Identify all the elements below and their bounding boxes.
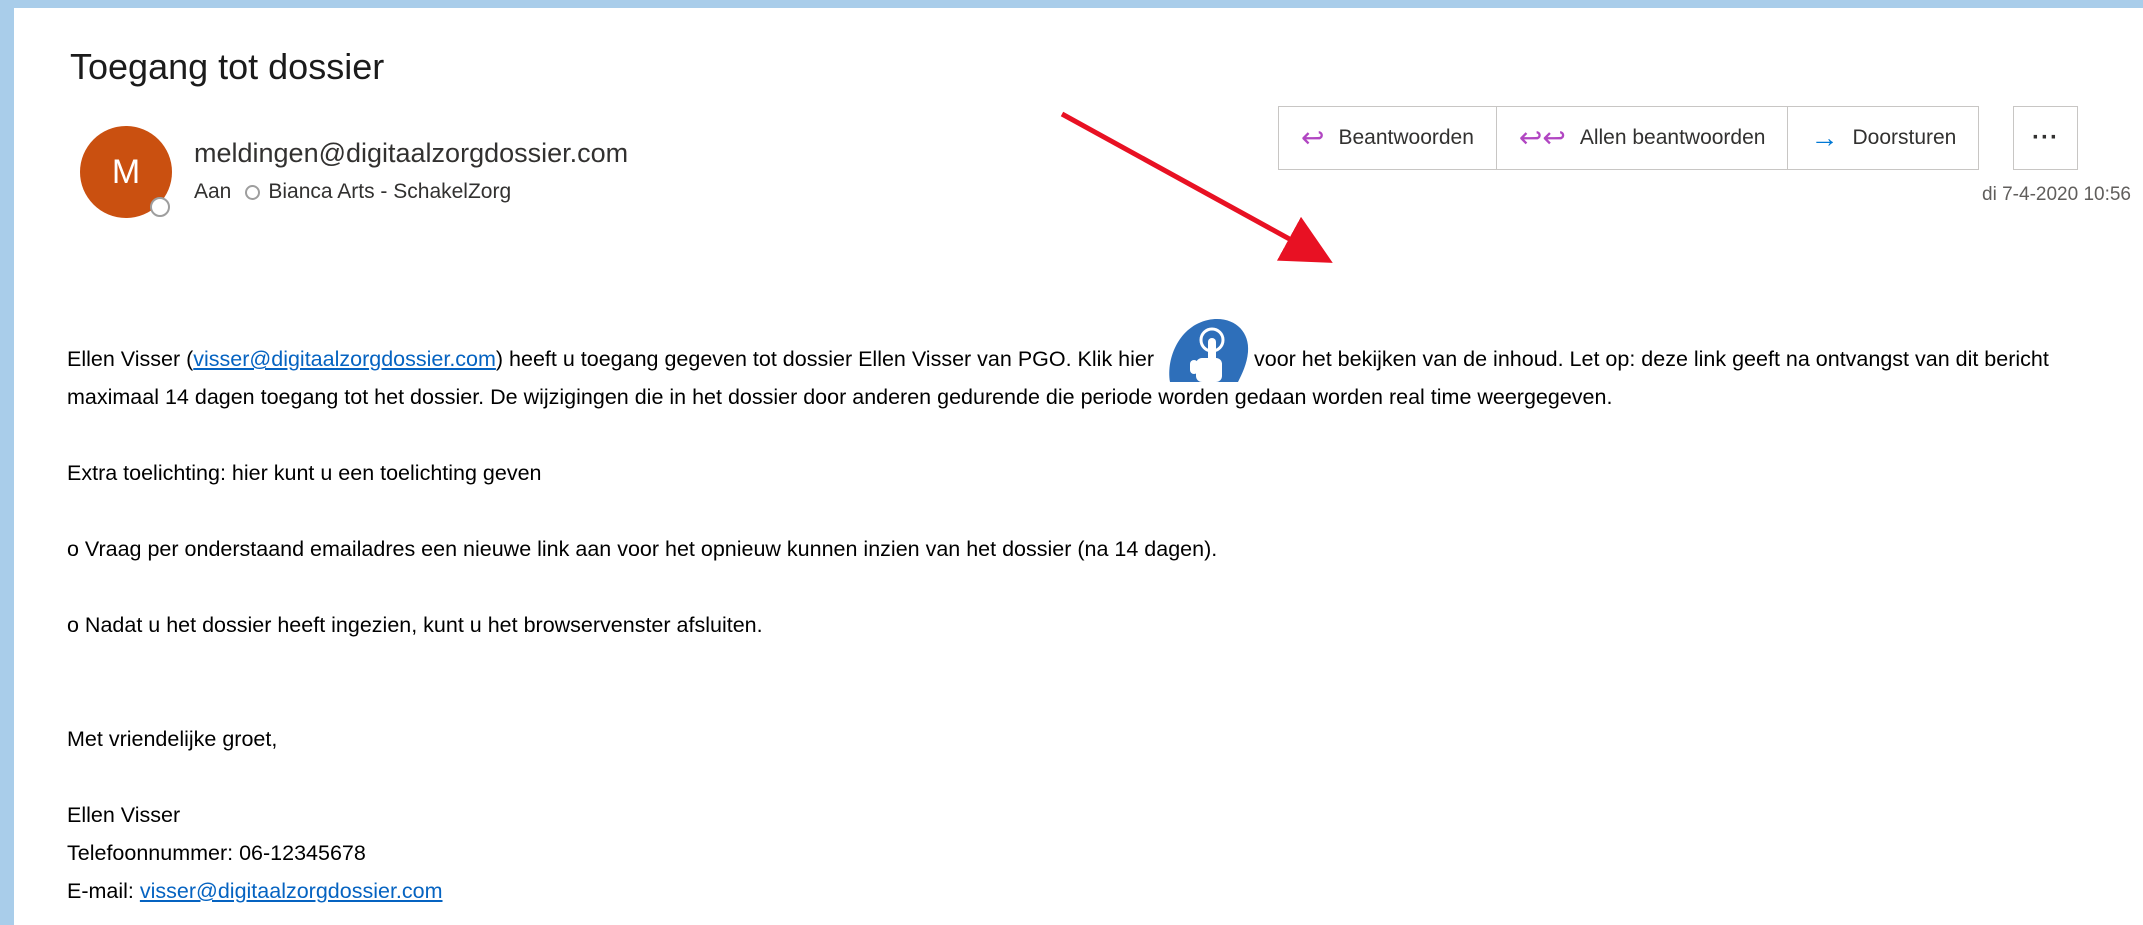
greeting: Met vriendelijke groet, xyxy=(67,727,278,751)
recipient-name[interactable]: Bianca Arts - SchakelZorg xyxy=(268,180,511,204)
arrow-line xyxy=(1060,111,1333,263)
hand-icon-graphic xyxy=(1169,319,1249,382)
signature-name: Ellen Visser xyxy=(67,803,181,827)
presence-status-icon xyxy=(150,197,170,217)
recipient-presence-icon xyxy=(245,184,261,200)
reply-all-button[interactable]: ↩↩ Allen beantwoorden xyxy=(1497,107,1789,169)
body-paragraph-2: Extra toelichting: hier kunt u een toeli… xyxy=(67,461,542,485)
signature-email-line: E-mail: visser@digitaalzorgdossier.com xyxy=(67,872,2112,910)
forward-arrow-icon: → xyxy=(1810,122,1839,153)
forward-label: Doorsturen xyxy=(1852,126,1957,149)
reply-label: Beantwoorden xyxy=(1338,126,1474,149)
annotation-arrow xyxy=(1060,111,1333,263)
avatar-initial: M xyxy=(111,152,141,191)
sender-address[interactable]: meldingen@digitaalzorgdossier.com xyxy=(194,138,628,169)
email-body: Ellen Visser (visser@digitaalzorgdossier… xyxy=(67,318,2112,910)
body-text: Ellen Visser ( xyxy=(67,347,194,371)
signature-email-label: E-mail: xyxy=(67,879,140,903)
signature-phone: Telefoonnummer: 06-12345678 xyxy=(67,841,366,865)
sender-email-link[interactable]: visser@digitaalzorgdossier.com xyxy=(193,347,496,371)
forward-button[interactable]: → Doorsturen xyxy=(1788,107,1978,169)
more-icon: ··· xyxy=(2032,124,2059,151)
body-paragraph-3: o Vraag per onderstaand emailadres een n… xyxy=(67,537,1218,561)
sent-date: di 7-4-2020 10:56 xyxy=(1982,184,2131,205)
email-reading-pane: Toegang tot dossier M meldingen@digitaal… xyxy=(14,8,2143,925)
reply-all-icon: ↩↩ xyxy=(1518,122,1566,153)
to-label: Aan xyxy=(194,180,232,203)
recipient-line: Aan Bianca Arts - SchakelZorg xyxy=(194,180,511,204)
body-paragraph-1: Ellen Visser (visser@digitaalzorgdossier… xyxy=(67,318,2112,416)
signature-email-link[interactable]: visser@digitaalzorgdossier.com xyxy=(140,879,443,903)
body-text: ) heeft u toegang gegeven tot dossier El… xyxy=(495,347,1160,371)
body-paragraph-4: o Nadat u het dossier heeft ingezien, ku… xyxy=(67,613,763,637)
reply-all-label: Allen beantwoorden xyxy=(1579,126,1766,149)
more-actions-button[interactable]: ··· xyxy=(2013,106,2078,170)
email-subject: Toegang tot dossier xyxy=(70,46,385,87)
email-action-bar: ↩ Beantwoorden ↩↩ Allen beantwoorden → D… xyxy=(1278,106,1980,170)
click-hand-icon[interactable] xyxy=(1162,318,1252,382)
